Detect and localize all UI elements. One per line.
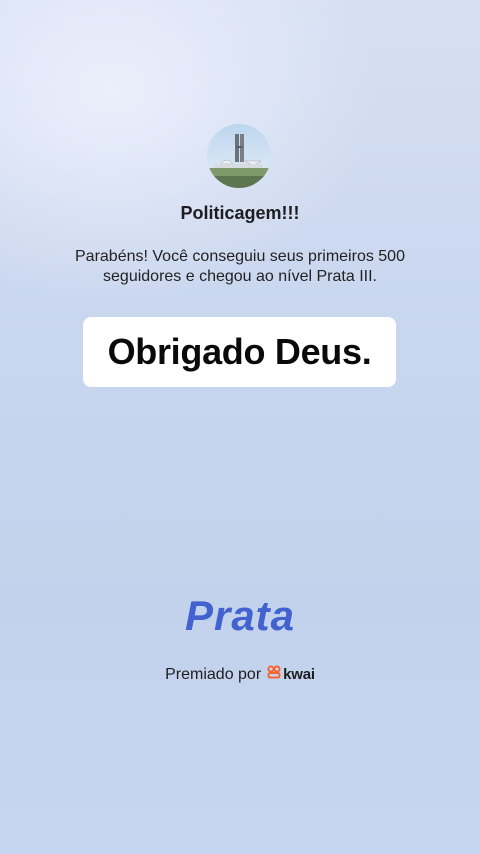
kwai-logo: kwai bbox=[267, 665, 315, 684]
awarded-label: Premiado por bbox=[165, 665, 262, 683]
congratulations-message: Parabéns! Você conseguiu seus primeiros … bbox=[40, 247, 440, 287]
level-title: Prata bbox=[184, 592, 296, 639]
caption-box: Obrigado Deus. bbox=[83, 317, 396, 387]
level-up-card: Politicagem!!! Parabéns! Você conseguiu … bbox=[0, 0, 480, 854]
congress-building-icon bbox=[207, 124, 271, 188]
awarded-by: Premiado por kwai bbox=[0, 665, 480, 684]
caption-text: Obrigado Deus. bbox=[107, 331, 372, 372]
channel-name: Politicagem!!! bbox=[180, 203, 300, 223]
message-line-1: Parabéns! Você conseguiu seus primeiros … bbox=[75, 248, 405, 265]
avatar bbox=[207, 124, 271, 188]
message-line-2: seguidores e chegou ao nível Prata III. bbox=[103, 268, 377, 285]
kwai-logo-icon bbox=[267, 665, 281, 684]
kwai-brand-name: kwai bbox=[283, 666, 315, 683]
